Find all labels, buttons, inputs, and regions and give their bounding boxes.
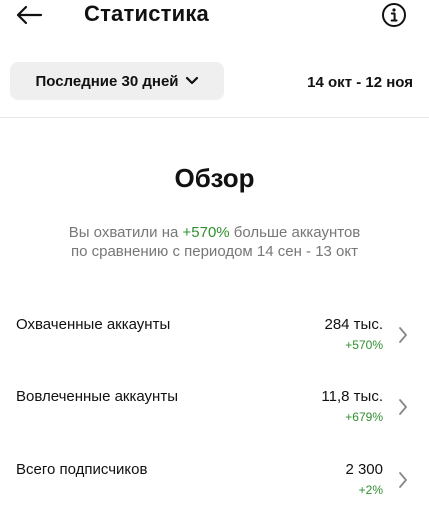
top-bar: Статистика [0, 0, 429, 34]
metric-value: 2 300 [345, 461, 383, 478]
metric-value: 284 тыс. [324, 316, 383, 333]
summary-highlight: +570% [182, 224, 230, 241]
summary-prefix: Вы охватили на [68, 224, 183, 241]
section-divider [0, 117, 429, 118]
selected-date-range: 14 окт - 12 ноя [307, 74, 413, 91]
metric-value: 11,8 тыс. [321, 388, 383, 405]
info-circle-icon [381, 2, 407, 28]
metric-delta: +679% [345, 410, 383, 424]
arrow-left-icon [15, 5, 43, 25]
metric-label: Охваченные аккаунты [16, 316, 171, 333]
metric-delta: +570% [345, 338, 383, 352]
chevron-right-icon [397, 398, 409, 416]
overview-summary-line2: по сравнению с периодом 14 сен - 13 окт [70, 243, 359, 260]
chevron-right-icon [397, 471, 409, 489]
overview-title: Обзор [174, 163, 255, 193]
metric-label: Вовлеченные аккаунты [16, 388, 178, 405]
metric-delta: +2% [358, 483, 383, 497]
overview-summary: Вы охватили на +570% больше аккаунтов по… [20, 223, 409, 261]
chevron-right-icon [397, 326, 409, 344]
info-button[interactable] [379, 0, 409, 30]
page-title: Статистика [84, 1, 209, 26]
summary-suffix: больше аккаунтов [229, 224, 361, 241]
insights-screen: Статистика Последние 30 дней 14 окт - 12… [0, 0, 429, 515]
metric-label: Всего подписчиков [16, 461, 148, 478]
metric-row-total-followers[interactable]: Всего подписчиков 2 300 +2% [0, 458, 429, 506]
metric-row-reached-accounts[interactable]: Охваченные аккаунты 284 тыс. +570% [0, 313, 429, 361]
date-range-dropdown-label: Последние 30 дней [35, 72, 179, 90]
back-button[interactable] [12, 2, 46, 28]
metric-row-engaged-accounts[interactable]: Вовлеченные аккаунты 11,8 тыс. +679% [0, 385, 429, 433]
date-range-dropdown[interactable]: Последние 30 дней [10, 62, 224, 100]
chevron-down-icon [185, 74, 199, 88]
overview-summary-line1: Вы охватили на +570% больше аккаунтов [20, 223, 409, 242]
